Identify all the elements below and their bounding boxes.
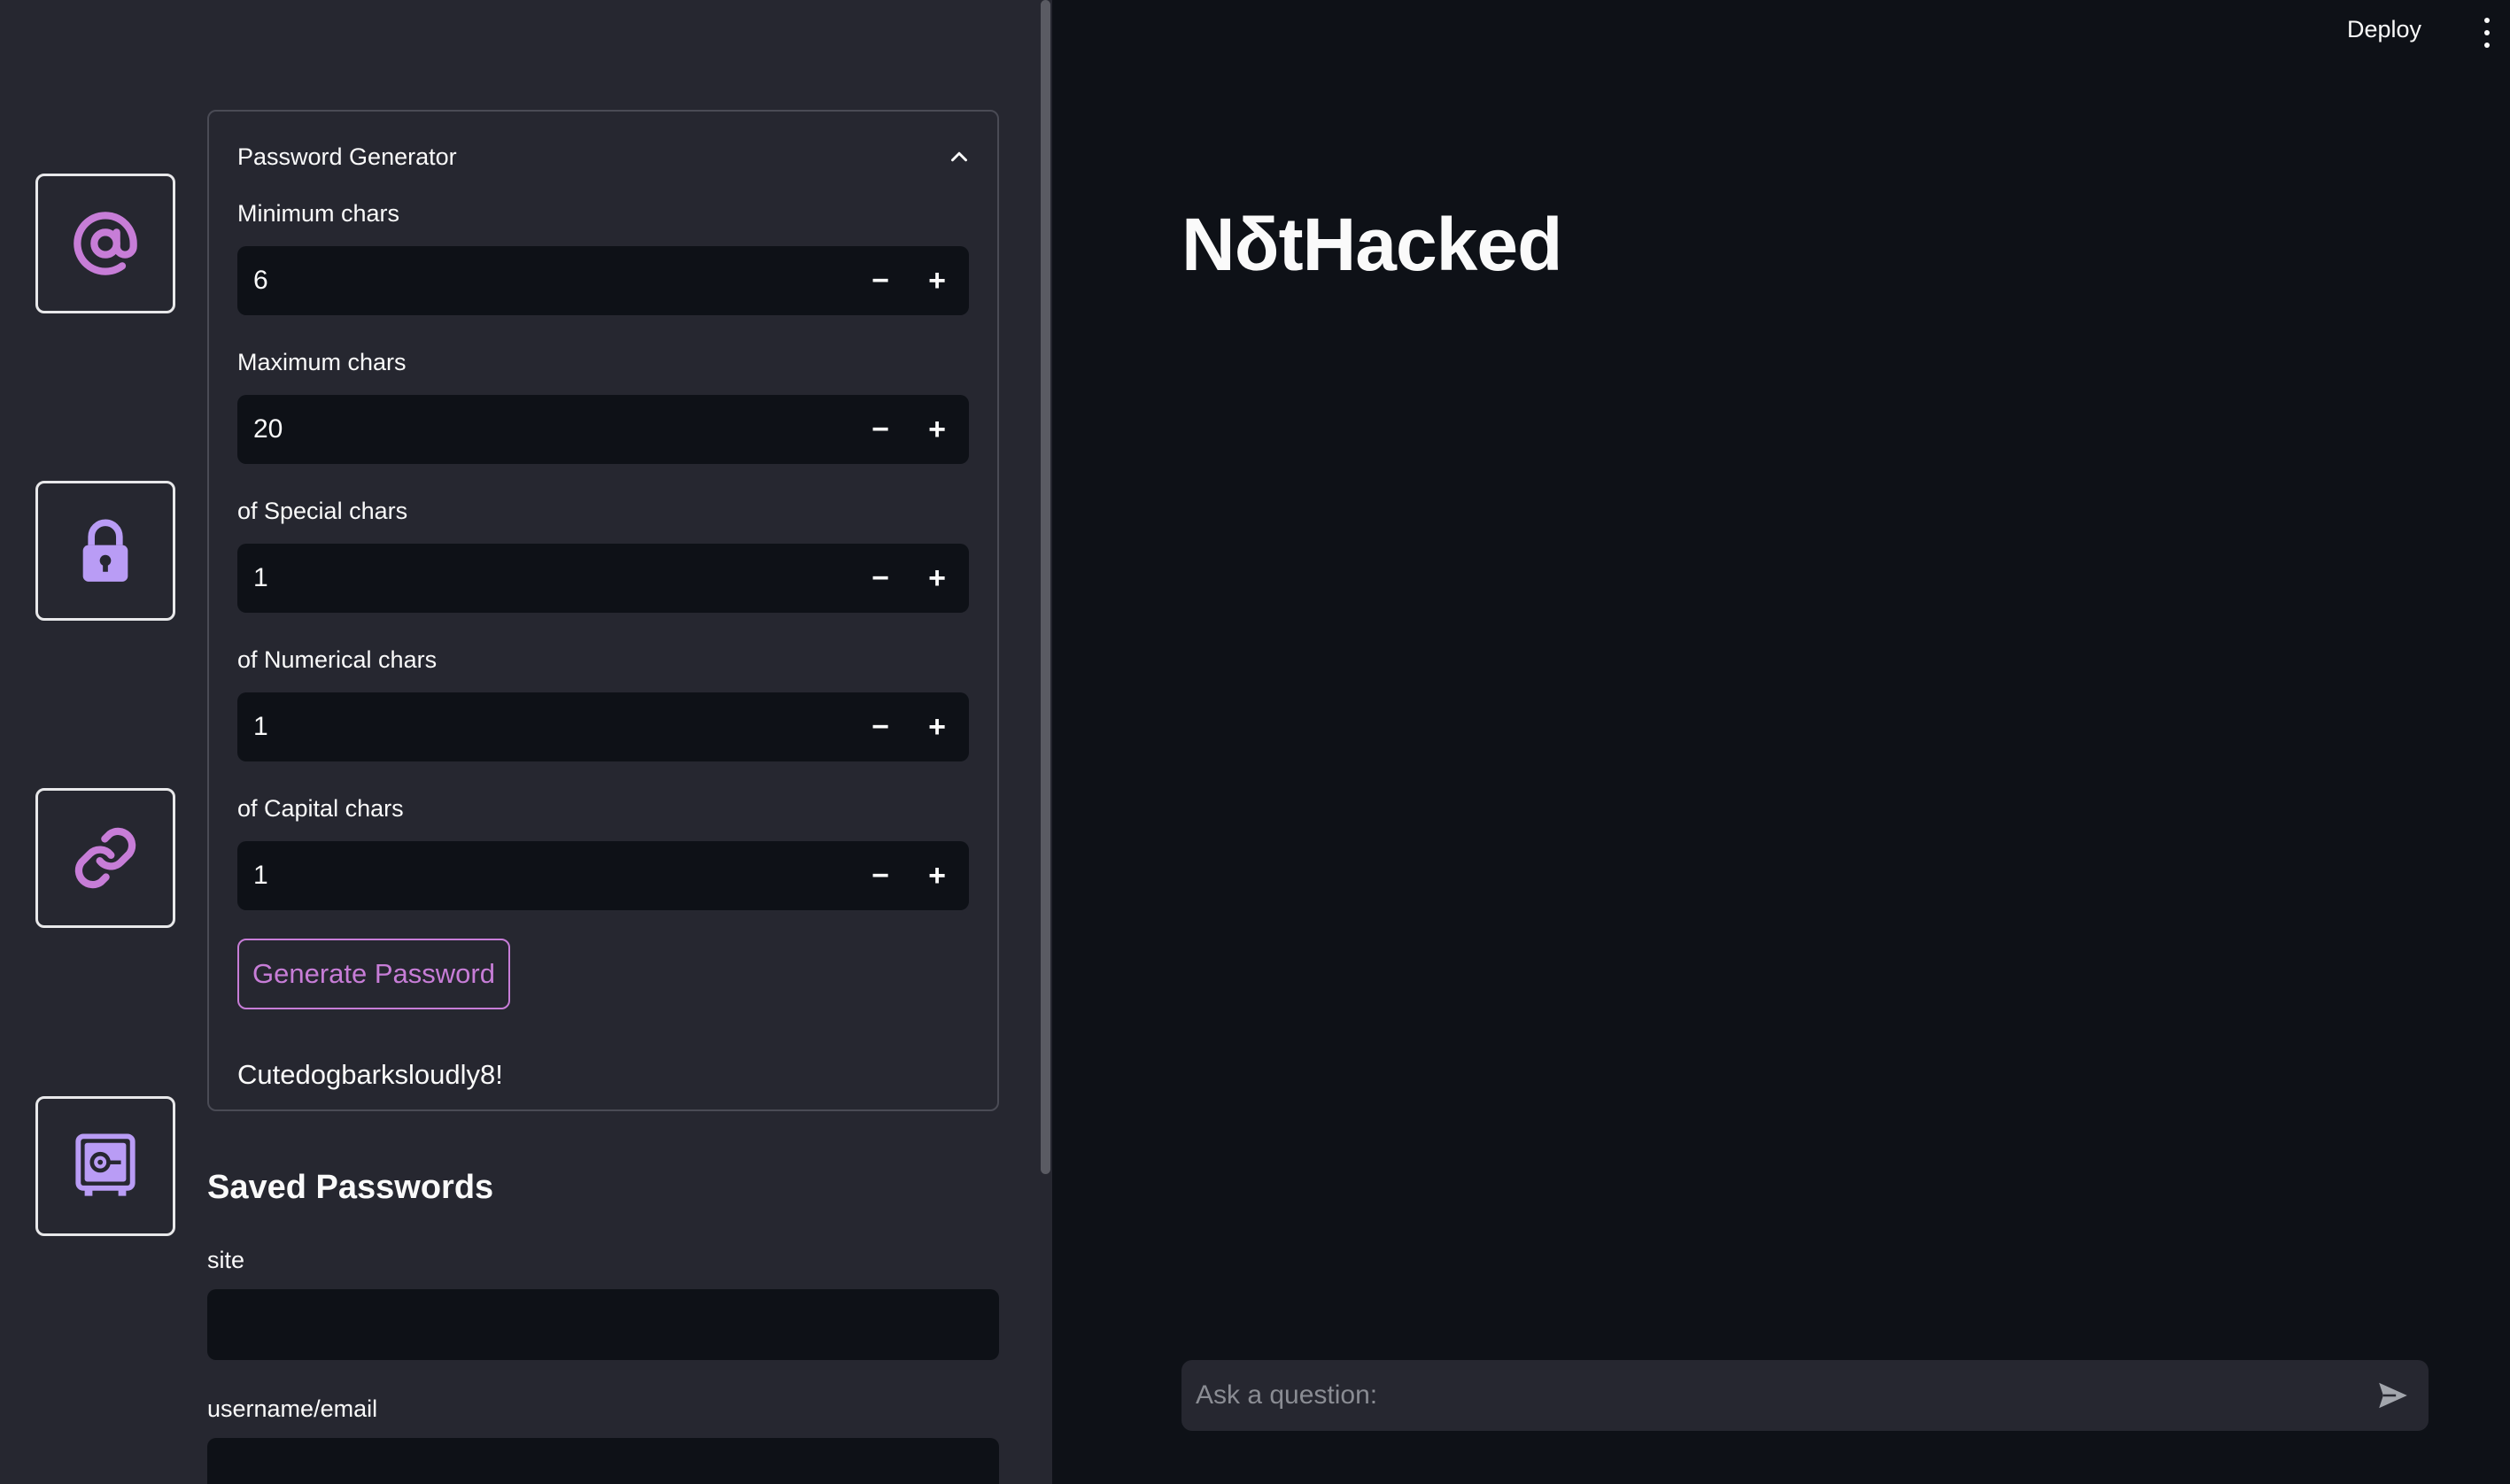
capital-chars-label: of Capital chars (237, 795, 404, 822)
max-chars-increment-button[interactable]: + (909, 395, 965, 464)
page-title: NδtHacked (1181, 203, 1562, 286)
chat-input[interactable] (1181, 1360, 2358, 1431)
expander-title: Password Generator (237, 143, 457, 170)
chat-input-container (1181, 1360, 2429, 1431)
special-chars-label: of Special chars (237, 498, 408, 524)
vault-icon (75, 1133, 136, 1196)
special-chars-value[interactable]: 1 (237, 563, 852, 593)
generate-password-button[interactable]: Generate Password (237, 939, 510, 1009)
special-chars-stepper[interactable]: 1 − + (237, 544, 969, 613)
numerical-chars-value[interactable]: 1 (237, 712, 852, 742)
min-chars-stepper[interactable]: 6 − + (237, 246, 969, 315)
min-chars-label: Minimum chars (237, 200, 400, 227)
numerical-chars-decrement-button[interactable]: − (852, 692, 909, 761)
capital-chars-increment-button[interactable]: + (909, 841, 965, 910)
saved-passwords-heading: Saved Passwords (207, 1169, 494, 1206)
max-chars-label: Maximum chars (237, 349, 407, 375)
max-chars-value[interactable]: 20 (237, 414, 852, 444)
username-input[interactable] (207, 1438, 999, 1484)
password-generator-expander: Password Generator Minimum chars 6 − + M… (207, 110, 999, 1111)
nav-link-button[interactable] (35, 788, 175, 928)
password-generator-header[interactable]: Password Generator (237, 136, 972, 177)
site-input[interactable] (207, 1289, 999, 1360)
username-label: username/email (207, 1395, 378, 1422)
max-chars-stepper[interactable]: 20 − + (237, 395, 969, 464)
special-chars-decrement-button[interactable]: − (852, 544, 909, 613)
sidebar: Password Generator Minimum chars 6 − + M… (0, 0, 1052, 1484)
main-menu-icon[interactable] (2480, 18, 2494, 48)
nav-password-button[interactable] (35, 481, 175, 621)
numerical-chars-label: of Numerical chars (237, 646, 438, 673)
deploy-button[interactable]: Deploy (2347, 16, 2421, 43)
chevron-up-icon[interactable] (946, 143, 972, 170)
capital-chars-decrement-button[interactable]: − (852, 841, 909, 910)
nav-vault-button[interactable] (35, 1096, 175, 1236)
numerical-chars-increment-button[interactable]: + (909, 692, 965, 761)
special-chars-increment-button[interactable]: + (909, 544, 965, 613)
lock-icon (82, 519, 128, 582)
min-chars-increment-button[interactable]: + (909, 246, 965, 315)
site-label: site (207, 1247, 245, 1273)
min-chars-value[interactable]: 6 (237, 266, 852, 296)
min-chars-decrement-button[interactable]: − (852, 246, 909, 315)
sidebar-scrollbar[interactable] (1041, 0, 1050, 1174)
generated-password-text: Cutedogbarksloudly8! (237, 1059, 503, 1090)
link-icon (74, 827, 136, 889)
numerical-chars-stepper[interactable]: 1 − + (237, 692, 969, 761)
capital-chars-value[interactable]: 1 (237, 861, 852, 891)
send-icon (2379, 1382, 2407, 1409)
capital-chars-stepper[interactable]: 1 − + (237, 841, 969, 910)
max-chars-decrement-button[interactable]: − (852, 395, 909, 464)
nav-email-button[interactable] (35, 174, 175, 313)
send-button[interactable] (2358, 1360, 2429, 1431)
at-sign-icon (74, 212, 137, 275)
